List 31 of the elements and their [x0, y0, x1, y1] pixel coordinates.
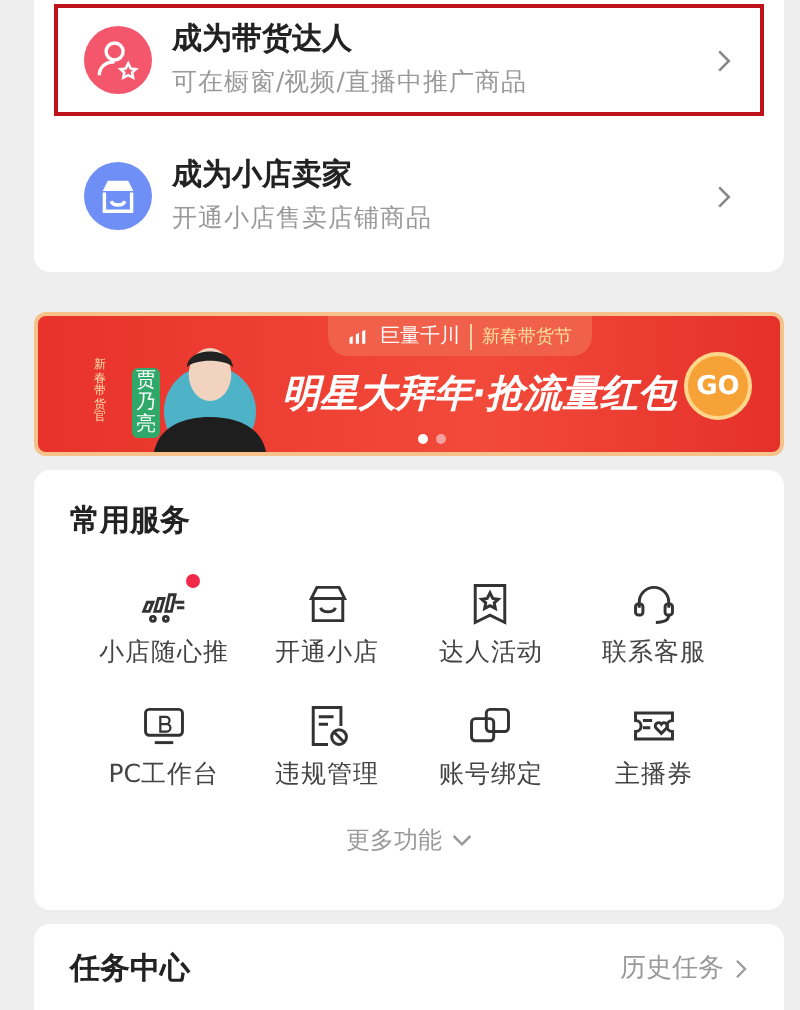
- chevron-down-icon: [452, 834, 472, 848]
- carousel-dot[interactable]: [418, 434, 428, 444]
- entry-row[interactable]: 成为带货达人 可在橱窗/视频/直播中推广商品: [54, 4, 764, 116]
- service-item[interactable]: 违规管理: [245, 702, 409, 792]
- headset-icon: [630, 580, 679, 628]
- event-name: 新春带货节: [470, 323, 572, 349]
- brand-name: 巨量千川: [380, 323, 460, 350]
- service-item[interactable]: 联系客服: [572, 580, 736, 670]
- carousel-dot[interactable]: [436, 434, 446, 444]
- entry-title: 成为带货达人: [172, 20, 354, 58]
- service-item[interactable]: PC工作台: [82, 702, 246, 792]
- entry-row[interactable]: 成为小店卖家 开通小店售卖店铺商品: [54, 140, 764, 252]
- service-item[interactable]: 小店随心推: [82, 580, 246, 670]
- name-tag: 贾乃亮: [132, 368, 160, 438]
- service-item[interactable]: 账号绑定: [409, 702, 573, 792]
- shop-icon: [303, 580, 352, 628]
- entry-title: 成为小店卖家: [172, 156, 354, 194]
- shop-icon: [84, 162, 152, 230]
- chevron-right-icon: [716, 183, 732, 209]
- bars-logo-icon: [348, 326, 370, 346]
- entry-subtitle: 开通小店售卖店铺商品: [172, 202, 434, 236]
- banner-headline: 明星大拜年·抢流量红包: [282, 370, 677, 420]
- section-title: 常用服务: [70, 502, 192, 540]
- monitor-icon: [139, 702, 188, 750]
- service-item[interactable]: 达人活动: [409, 580, 573, 670]
- section-title: 任务中心: [70, 950, 190, 988]
- service-item[interactable]: 开通小店: [245, 580, 409, 670]
- entry-subtitle: 可在橱窗/视频/直播中推广商品: [172, 66, 529, 100]
- chevron-right-icon: [734, 957, 748, 979]
- chevron-right-icon: [716, 47, 732, 73]
- service-item[interactable]: 主播券: [572, 702, 736, 792]
